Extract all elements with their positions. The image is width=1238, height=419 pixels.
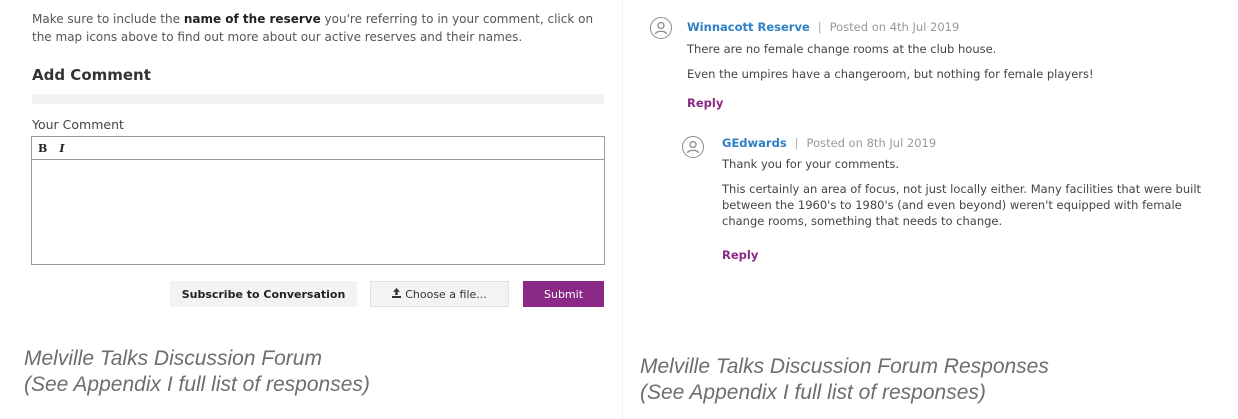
right-caption-line1: Melville Talks Discussion Forum Response…: [640, 355, 1049, 378]
bold-button[interactable]: B: [38, 142, 47, 155]
responses-panel: Winnacott Reserve | Posted on 4th Jul 2019…: [627, 0, 1238, 419]
upload-icon: [392, 287, 402, 301]
comment-text-line: Thank you for your comments.: [722, 157, 900, 171]
reply-link[interactable]: Reply: [687, 96, 723, 110]
instructions-text: Make sure to include the name of the res…: [32, 10, 612, 46]
left-caption-line2: (See Appendix I full list of responses): [24, 373, 370, 396]
add-comment-panel: Make sure to include the name of the res…: [0, 0, 623, 419]
reply-link[interactable]: Reply: [722, 248, 758, 262]
right-caption-line2: (See Appendix I full list of responses): [640, 381, 986, 404]
comment-author-link[interactable]: GEdwards: [722, 136, 787, 150]
user-avatar-icon: [682, 136, 704, 158]
comment-text-line: Even the umpires have a changeroom, but …: [687, 67, 1094, 81]
comment-header: Winnacott Reserve | Posted on 4th Jul 2019: [687, 20, 959, 34]
choose-file-button[interactable]: Choose a file...: [370, 281, 509, 307]
comment-text-line: This certainly an area of focus, not jus…: [722, 182, 1202, 196]
left-caption-line1: Melville Talks Discussion Forum: [24, 347, 322, 370]
add-comment-title: Add Comment: [32, 66, 151, 84]
submit-button[interactable]: Submit: [523, 281, 604, 307]
comment-editor: B I: [31, 136, 605, 265]
comment-text-line: between the 1960's to 1980's (and even b…: [722, 198, 1182, 212]
choose-file-label: Choose a file...: [405, 287, 487, 301]
instructions-pre: Make sure to include the: [32, 12, 184, 26]
comment-header: GEdwards | Posted on 8th Jul 2019: [722, 136, 936, 150]
editor-toolbar: B I: [32, 137, 604, 160]
user-avatar-icon: [650, 17, 672, 39]
your-comment-label: Your Comment: [32, 117, 124, 132]
header-separator: |: [817, 20, 822, 34]
header-separator: |: [794, 136, 799, 150]
comment-textarea[interactable]: [32, 160, 604, 264]
posted-date: Posted on 8th Jul 2019: [806, 136, 937, 150]
right-caption: Melville Talks Discussion Forum Response…: [640, 354, 1049, 406]
posted-date: Posted on 4th Jul 2019: [829, 20, 960, 34]
comment-author-link[interactable]: Winnacott Reserve: [687, 20, 810, 34]
subscribe-button[interactable]: Subscribe to Conversation: [170, 281, 357, 307]
left-caption: Melville Talks Discussion Forum (See App…: [24, 346, 370, 398]
italic-button[interactable]: I: [59, 142, 64, 155]
divider-bar: [32, 94, 604, 104]
comment-text-line: change rooms, something that needs to ch…: [722, 214, 1003, 228]
comment-text-line: There are no female change rooms at the …: [687, 42, 997, 56]
instructions-bold: name of the reserve: [183, 12, 321, 26]
